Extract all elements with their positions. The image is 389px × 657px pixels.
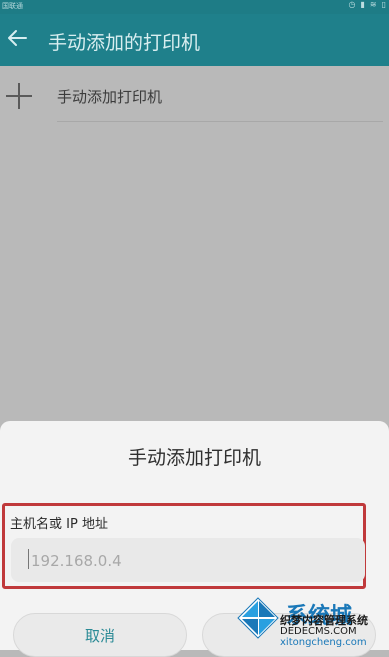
text-cursor (28, 549, 29, 569)
watermark-domain: DEDECMS.COM (280, 626, 357, 637)
watermark: 系统城 织梦内容管理系统 DEDECMS.COM xitongcheng.com (236, 590, 389, 650)
windows-logo-icon (237, 597, 279, 639)
wifi-icon: ≋ (369, 0, 378, 9)
alarm-icon: ◷ (348, 0, 357, 9)
hostname-label: 主机名或 IP 地址 (10, 517, 108, 532)
plus-icon (6, 83, 32, 109)
list-item-label: 手动添加打印机 (57, 88, 163, 106)
dialog-title: 手动添加打印机 (127, 447, 261, 469)
status-bar: 国联通 ◷ ▮ ≋ ▯ (0, 0, 389, 14)
battery-icon: ▯ (381, 0, 387, 9)
arrow-left-icon (8, 30, 27, 46)
page-title: 手动添加的打印机 (48, 32, 201, 54)
back-button[interactable] (6, 26, 28, 50)
signal-icon: ▮ (360, 0, 366, 9)
cancel-button[interactable]: 取消 (13, 613, 187, 657)
status-icons: ◷ ▮ ≋ ▯ (349, 0, 388, 9)
watermark-url: xitongcheng.com (280, 637, 367, 648)
app-header: 手动添加的打印机 (0, 14, 389, 66)
add-printer-manually-item[interactable]: 手动添加打印机 (0, 66, 389, 122)
divider (57, 121, 383, 122)
carrier-label: 国联通 (2, 2, 23, 10)
hostname-input-container (11, 538, 365, 584)
hostname-input[interactable] (29, 538, 353, 584)
